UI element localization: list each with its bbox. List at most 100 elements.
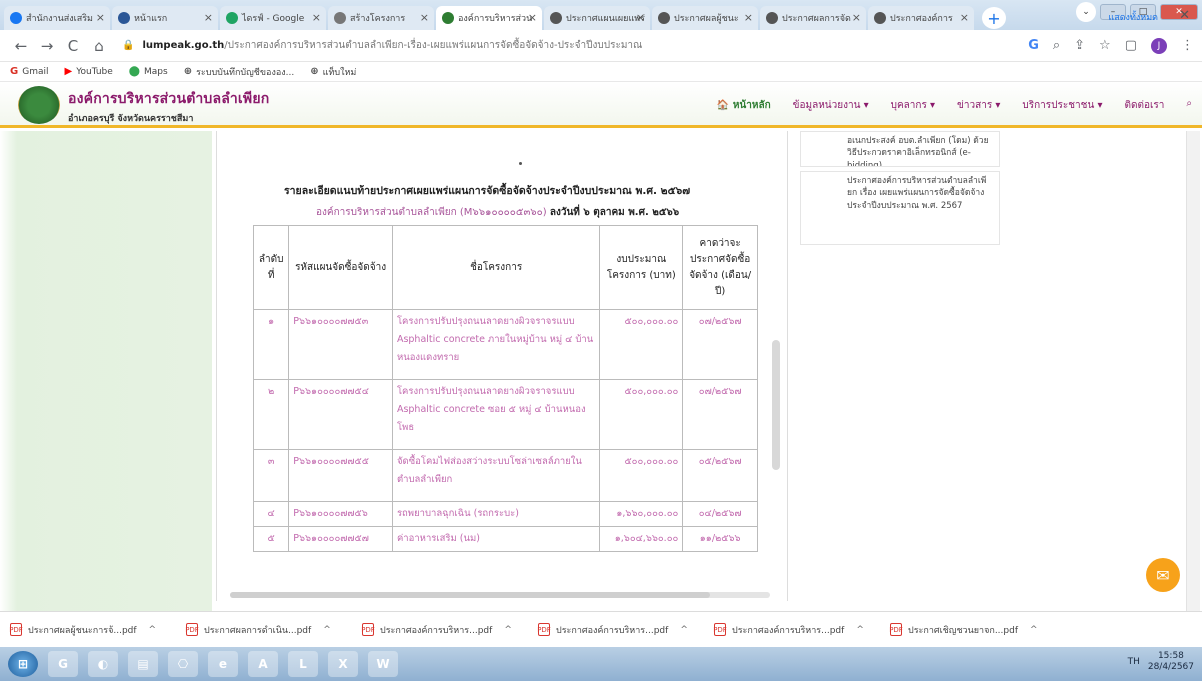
profile-avatar[interactable]: J	[1151, 37, 1167, 54]
excel-app[interactable]: X	[328, 651, 358, 677]
download-item[interactable]: PDF ประกาศองค์การบริหาร...pdf ^	[361, 623, 538, 637]
tab-search-dropdown[interactable]: ⌄	[1076, 2, 1096, 22]
row-code: P๖๖๑๐๐๐๐๗๗๕๕	[288, 449, 393, 502]
row-code: P๖๖๑๐๐๐๐๗๗๕๗	[288, 526, 393, 553]
pdf-file-icon: PDF	[713, 623, 727, 636]
tab-title: หน้าแรก	[134, 14, 168, 24]
tab-close-icon[interactable]: ×	[852, 11, 861, 24]
search-icon[interactable]: ⌕	[1053, 38, 1060, 53]
download-item[interactable]: PDF ประกาศเชิญชวนยาจก...pdf ^	[889, 623, 1066, 637]
download-item[interactable]: PDF ประกาศผลการดำเนิน...pdf ^	[185, 623, 362, 637]
side-panel-icon[interactable]: ▢	[1125, 38, 1137, 53]
address-bar[interactable]: 🔒 lumpeak.go.th /ประกาศองค์การบริหารส่วน…	[122, 34, 1016, 58]
row-code: P๖๖๑๐๐๐๐๗๗๕๔	[288, 379, 393, 450]
messenger-chat-icon[interactable]: ✉	[1146, 558, 1180, 592]
download-item[interactable]: PDF ประกาศองค์การบริหาร...pdf ^	[713, 623, 890, 637]
header-no: ลำดับที่	[252, 225, 290, 310]
site-nav-item[interactable]: บริการประชาชน ▾	[1022, 98, 1102, 113]
tab-favicon-icon	[334, 12, 346, 24]
related-post[interactable]: อเนกประสงค์ อบต.ลำเพียก (โดม) ด้วยวิธีปร…	[800, 131, 1000, 167]
reload-button[interactable]: C	[60, 37, 86, 55]
tab-close-icon[interactable]: ×	[528, 11, 537, 24]
back-button[interactable]: ←	[8, 37, 34, 55]
tab-close-icon[interactable]: ×	[204, 11, 213, 24]
home-button[interactable]: ⌂	[86, 37, 112, 55]
bookmark-item[interactable]: ⊕ แท็บใหม่	[310, 65, 356, 79]
header-project: ชื่อโครงการ	[391, 225, 601, 310]
site-nav-item[interactable]: ข่าวสาร ▾	[957, 98, 1000, 113]
site-nav-item[interactable]: บุคลากร ▾	[891, 98, 935, 113]
browser-tab[interactable]: ประกาศผลการจัด ×	[760, 6, 866, 30]
language-indicator[interactable]: TH	[1128, 657, 1140, 667]
site-title[interactable]: องค์การบริหารส่วนตำบลลำเพียก	[68, 88, 269, 110]
new-tab-button[interactable]: +	[982, 7, 1006, 29]
ie-app[interactable]: e	[208, 651, 238, 677]
site-nav-item[interactable]: 🏠 หน้าหลัก	[717, 98, 771, 113]
browser-tab[interactable]: ประกาศองค์การ ×	[868, 6, 974, 30]
acrobat-app[interactable]: A	[248, 651, 278, 677]
download-options-icon[interactable]: ^	[149, 625, 157, 635]
lock-icon[interactable]: 🔒	[122, 40, 134, 51]
file-explorer-app[interactable]: ▤	[128, 651, 158, 677]
browser-tab[interactable]: สร้างโครงการ ×	[328, 6, 434, 30]
word-app[interactable]: W	[368, 651, 398, 677]
folder-app[interactable]: ⎔	[168, 651, 198, 677]
site-nav: 🏠 หน้าหลัก ข้อมูลหน่วยงาน ▾ บุคลากร ▾ ข่าวส…	[717, 98, 1192, 113]
download-options-icon[interactable]: ^	[504, 625, 512, 635]
tab-close-icon[interactable]: ×	[636, 11, 645, 24]
download-filename: ประกาศเชิญชวนยาจก...pdf	[908, 625, 1018, 636]
related-post[interactable]: ประกาศองค์การบริหารส่วนตำบลลำเพียก เรื่อ…	[800, 171, 1000, 245]
bookmark-item[interactable]: ⬤ Maps	[129, 66, 168, 77]
close-downloads-icon[interactable]: ✕	[1179, 8, 1190, 23]
tab-close-icon[interactable]: ×	[312, 11, 321, 24]
header-code: รหัสแผนจัดซื้อจัดจ้าง	[288, 225, 393, 310]
browser-tab[interactable]: สำนักงานส่งเสริม ×	[4, 6, 110, 30]
table-row: ๔ P๖๖๑๐๐๐๐๗๗๕๖ รถพยาบาลฉุกเฉิน (รถกระบะ) ๑,…	[252, 500, 758, 528]
show-all-downloads[interactable]: แสดงทั้งหมด	[1108, 10, 1158, 24]
browser-tab[interactable]: หน้าแรก ×	[112, 6, 218, 30]
download-options-icon[interactable]: ^	[323, 625, 331, 635]
tab-close-icon[interactable]: ×	[744, 11, 753, 24]
start-button[interactable]: ⊞	[8, 651, 38, 677]
url-path: /ประกาศองค์การบริหารส่วนตำบลลำเพียก-เรื่…	[224, 40, 643, 51]
browser-tab[interactable]: ประกาศผลผู้ชนะ ×	[652, 6, 758, 30]
download-options-icon[interactable]: ^	[856, 625, 864, 635]
bookmark-item[interactable]: ▶ YouTube	[64, 66, 112, 77]
bookmark-item[interactable]: G Gmail	[10, 66, 48, 77]
org-logo[interactable]	[18, 86, 60, 124]
forward-button[interactable]: →	[34, 37, 60, 55]
browser-tab[interactable]: องค์การบริหารส่วน ×	[436, 6, 542, 30]
document-scrollbar[interactable]	[772, 340, 780, 470]
row-no: ๑	[252, 309, 290, 380]
site-search-icon[interactable]: ⌕	[1186, 98, 1192, 113]
row-announce-date: ๐๗/๒๕๖๗	[682, 379, 758, 450]
tab-close-icon[interactable]: ×	[420, 11, 429, 24]
site-nav-item[interactable]: ข้อมูลหน่วยงาน ▾	[793, 98, 869, 113]
bookmark-icon: ⬤	[128, 66, 140, 77]
horizontal-scroll-thumb[interactable]	[230, 592, 710, 598]
chrome-app[interactable]: G	[48, 651, 78, 677]
row-project-name: จัดซื้อโคมไฟส่องสว่างระบบโซล่าเซลล์ภายใน…	[391, 449, 601, 502]
line-app[interactable]: L	[288, 651, 318, 677]
menu-icon[interactable]: ⋮	[1181, 38, 1194, 53]
tab-favicon-icon	[10, 12, 22, 24]
site-nav-item[interactable]: ติดต่อเรา	[1124, 98, 1164, 113]
document-subtitle: องค์การบริหารส่วนตำบลลำเพียก (M๖๖๑๐๐๐๐๕๓…	[316, 205, 736, 220]
firefox-app[interactable]: ◐	[88, 651, 118, 677]
browser-tab[interactable]: ประกาศแผนเผยแพร่ ×	[544, 6, 650, 30]
download-options-icon[interactable]: ^	[1030, 625, 1038, 635]
download-options-icon[interactable]: ^	[680, 625, 688, 635]
tab-close-icon[interactable]: ×	[96, 11, 105, 24]
clock[interactable]: 15:58 28/4/2567	[1148, 651, 1194, 673]
page-scrollbar[interactable]	[1186, 131, 1200, 611]
document-horizontal-scrollbar[interactable]	[230, 592, 770, 598]
google-lens-icon[interactable]: G	[1028, 38, 1039, 53]
browser-tab[interactable]: ไดรฟ์ - Google ×	[220, 6, 326, 30]
download-item[interactable]: PDF ประกาศองค์การบริหาร...pdf ^	[537, 623, 714, 637]
tab-title: ประกาศผลผู้ชนะ	[674, 14, 739, 24]
download-item[interactable]: PDF ประกาศผลผู้ชนะการจ้...pdf ^	[9, 623, 186, 637]
share-icon[interactable]: ⇪	[1074, 38, 1085, 53]
bookmark-star-icon[interactable]: ☆	[1099, 38, 1111, 53]
bookmark-item[interactable]: ⊕ ระบบบันทึกบัญชีขององ...	[184, 65, 295, 79]
tab-close-icon[interactable]: ×	[960, 11, 969, 24]
